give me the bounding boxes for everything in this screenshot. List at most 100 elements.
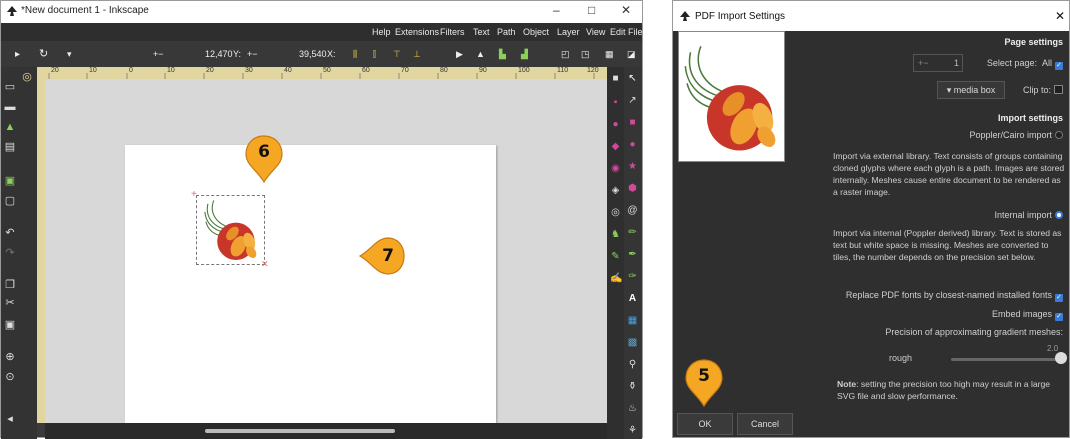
menu-text[interactable]: Text <box>473 27 490 37</box>
snap-icon[interactable]: ✎ <box>610 251 621 262</box>
dropper-tool-icon[interactable]: ⚲ <box>627 359 638 370</box>
clip-to-checkbox[interactable] <box>1054 85 1063 94</box>
menu-view[interactable]: View <box>586 27 605 37</box>
zoom-icon[interactable]: ⊕ <box>4 351 16 363</box>
align-icon[interactable]: ⫼ <box>353 49 357 60</box>
menu-extensions[interactable]: Extensions <box>395 27 439 37</box>
calligraphy-tool-icon[interactable]: ✑ <box>627 271 638 282</box>
import-settings-heading: Import settings <box>997 113 1063 123</box>
menu-path[interactable]: Path <box>497 27 516 37</box>
rotate-icon[interactable]: ↻ <box>39 47 48 60</box>
page-number-spin[interactable]: +− 1 <box>913 54 963 72</box>
scroll-left-icon[interactable]: ◂ <box>4 413 16 425</box>
spray-tool-icon[interactable]: ⚘ <box>627 425 638 436</box>
menu-file[interactable]: File <box>628 27 643 37</box>
spiral-tool-icon[interactable]: @ <box>627 205 638 216</box>
height-stepper[interactable]: +− <box>153 49 164 59</box>
transform-icon[interactable]: ◪ <box>627 49 636 60</box>
horizontal-scrollbar[interactable] <box>45 423 607 439</box>
close-button[interactable]: ✕ <box>621 3 631 17</box>
new-document-icon[interactable]: ▭ <box>4 81 16 93</box>
snap-icon[interactable]: ♞ <box>610 229 621 240</box>
copy-icon[interactable]: ❐ <box>4 279 16 291</box>
pen-tool-icon[interactable]: ✒ <box>627 249 638 260</box>
expand-arrow-icon[interactable]: ▸ <box>15 49 20 60</box>
snap-icon[interactable]: ✍ <box>610 273 622 284</box>
ok-button[interactable]: OK <box>677 413 733 435</box>
embed-images-checkbox[interactable]: ✓ <box>1055 313 1063 321</box>
menu-edit[interactable]: Edit <box>610 27 626 37</box>
node-tool-icon[interactable]: ↗ <box>627 95 638 106</box>
paste-icon[interactable]: ▣ <box>4 319 16 331</box>
tweak-tool-icon[interactable]: ♨ <box>627 403 638 414</box>
pencil-tool-icon[interactable]: ✏ <box>627 227 638 238</box>
3d-box-tool-icon[interactable]: ⬢ <box>627 183 638 194</box>
zoom-fit-icon[interactable]: ⊙ <box>4 371 16 383</box>
precision-slider-track[interactable] <box>951 358 1063 361</box>
scrollbar-thumb[interactable] <box>205 429 395 433</box>
rect-tool-icon[interactable]: ■ <box>627 117 638 128</box>
height-value[interactable]: 12,470 <box>205 49 233 59</box>
flip-icon[interactable]: ▶ <box>456 49 463 60</box>
snap-icon[interactable]: ◆ <box>610 141 621 152</box>
align-icon[interactable]: ⊤ <box>393 49 401 60</box>
internal-import-radio[interactable] <box>1055 211 1063 219</box>
transform-icon[interactable]: ▦ <box>605 49 614 60</box>
import-icon[interactable]: ▣ <box>4 175 16 187</box>
ruler-label: 110 <box>557 67 569 74</box>
redo-icon[interactable]: ↷ <box>4 247 16 259</box>
gradient-tool-icon[interactable]: ▦ <box>627 315 638 326</box>
cancel-button[interactable]: Cancel <box>737 413 793 435</box>
menu-layer[interactable]: Layer <box>557 27 580 37</box>
lower-icon[interactable]: ▟ <box>521 49 528 60</box>
dialog-close-button[interactable]: ✕ <box>1055 9 1065 23</box>
drawing-canvas[interactable]: + ✕ <box>45 79 607 423</box>
star-tool-icon[interactable]: ★ <box>627 161 638 172</box>
snap-icon[interactable]: ● <box>610 119 621 130</box>
snap-icon[interactable]: ◈ <box>610 185 621 196</box>
y-stepper[interactable]: +− <box>247 49 258 59</box>
selection-bounding-box[interactable] <box>196 195 265 265</box>
bucket-tool-icon[interactable]: ⚱ <box>627 381 638 392</box>
snap-icon[interactable]: ◎ <box>610 207 621 218</box>
save-icon[interactable]: ▲ <box>4 121 16 133</box>
snap-icon[interactable]: ◉ <box>610 163 621 174</box>
callout-marker-7: 7 <box>358 236 406 276</box>
transform-icon[interactable]: ◳ <box>581 49 590 60</box>
imported-logo[interactable] <box>199 198 263 262</box>
menu-filters[interactable]: Filters <box>440 27 465 37</box>
undo-icon[interactable]: ↶ <box>4 227 16 239</box>
y-value[interactable]: 39,540 <box>299 49 327 59</box>
text-tool-icon[interactable]: A <box>627 293 638 304</box>
snap-icon[interactable]: ▪ <box>610 97 621 108</box>
circle-tool-icon[interactable]: ● <box>627 139 638 150</box>
raise-icon[interactable]: ▙ <box>499 49 506 60</box>
transform-icon[interactable]: ◰ <box>561 49 570 60</box>
clip-to-dropdown[interactable]: ▾ media box <box>937 81 1005 99</box>
dropdown-arrow-icon[interactable]: ▾ <box>67 49 72 60</box>
export-icon[interactable]: ▢ <box>4 195 16 207</box>
minimize-button[interactable]: – <box>553 3 560 17</box>
scale-handle-icon[interactable]: ✕ <box>261 259 269 270</box>
all-pages-checkbox[interactable]: ✓ <box>1055 62 1063 70</box>
callout-marker-6: 6 <box>244 134 284 184</box>
replace-fonts-checkbox[interactable]: ✓ <box>1055 294 1063 302</box>
menu-object[interactable]: Object <box>523 27 549 37</box>
ruler-label: 50 <box>323 67 331 74</box>
align-icon[interactable]: ⊥ <box>413 49 421 60</box>
menu-help[interactable]: Help <box>372 27 391 37</box>
align-icon[interactable]: ⫿ <box>373 49 376 60</box>
lock-icon[interactable]: ■ <box>610 73 621 84</box>
print-icon[interactable]: ▤ <box>4 141 16 153</box>
internal-import-label: Internal import <box>994 210 1052 220</box>
precision-slider-handle[interactable] <box>1055 352 1067 364</box>
mesh-tool-icon[interactable]: ▩ <box>627 337 638 348</box>
maximize-button[interactable]: □ <box>588 3 595 17</box>
selector-tool-icon[interactable]: ↖ <box>627 73 638 84</box>
left-ruler <box>37 79 45 423</box>
poppler-cairo-radio[interactable] <box>1055 131 1063 139</box>
rotation-center-marker[interactable]: + <box>191 189 197 200</box>
flip-icon[interactable]: ▲ <box>476 49 485 59</box>
cut-icon[interactable]: ✂ <box>4 297 16 309</box>
open-folder-icon[interactable]: ▬ <box>4 101 16 113</box>
